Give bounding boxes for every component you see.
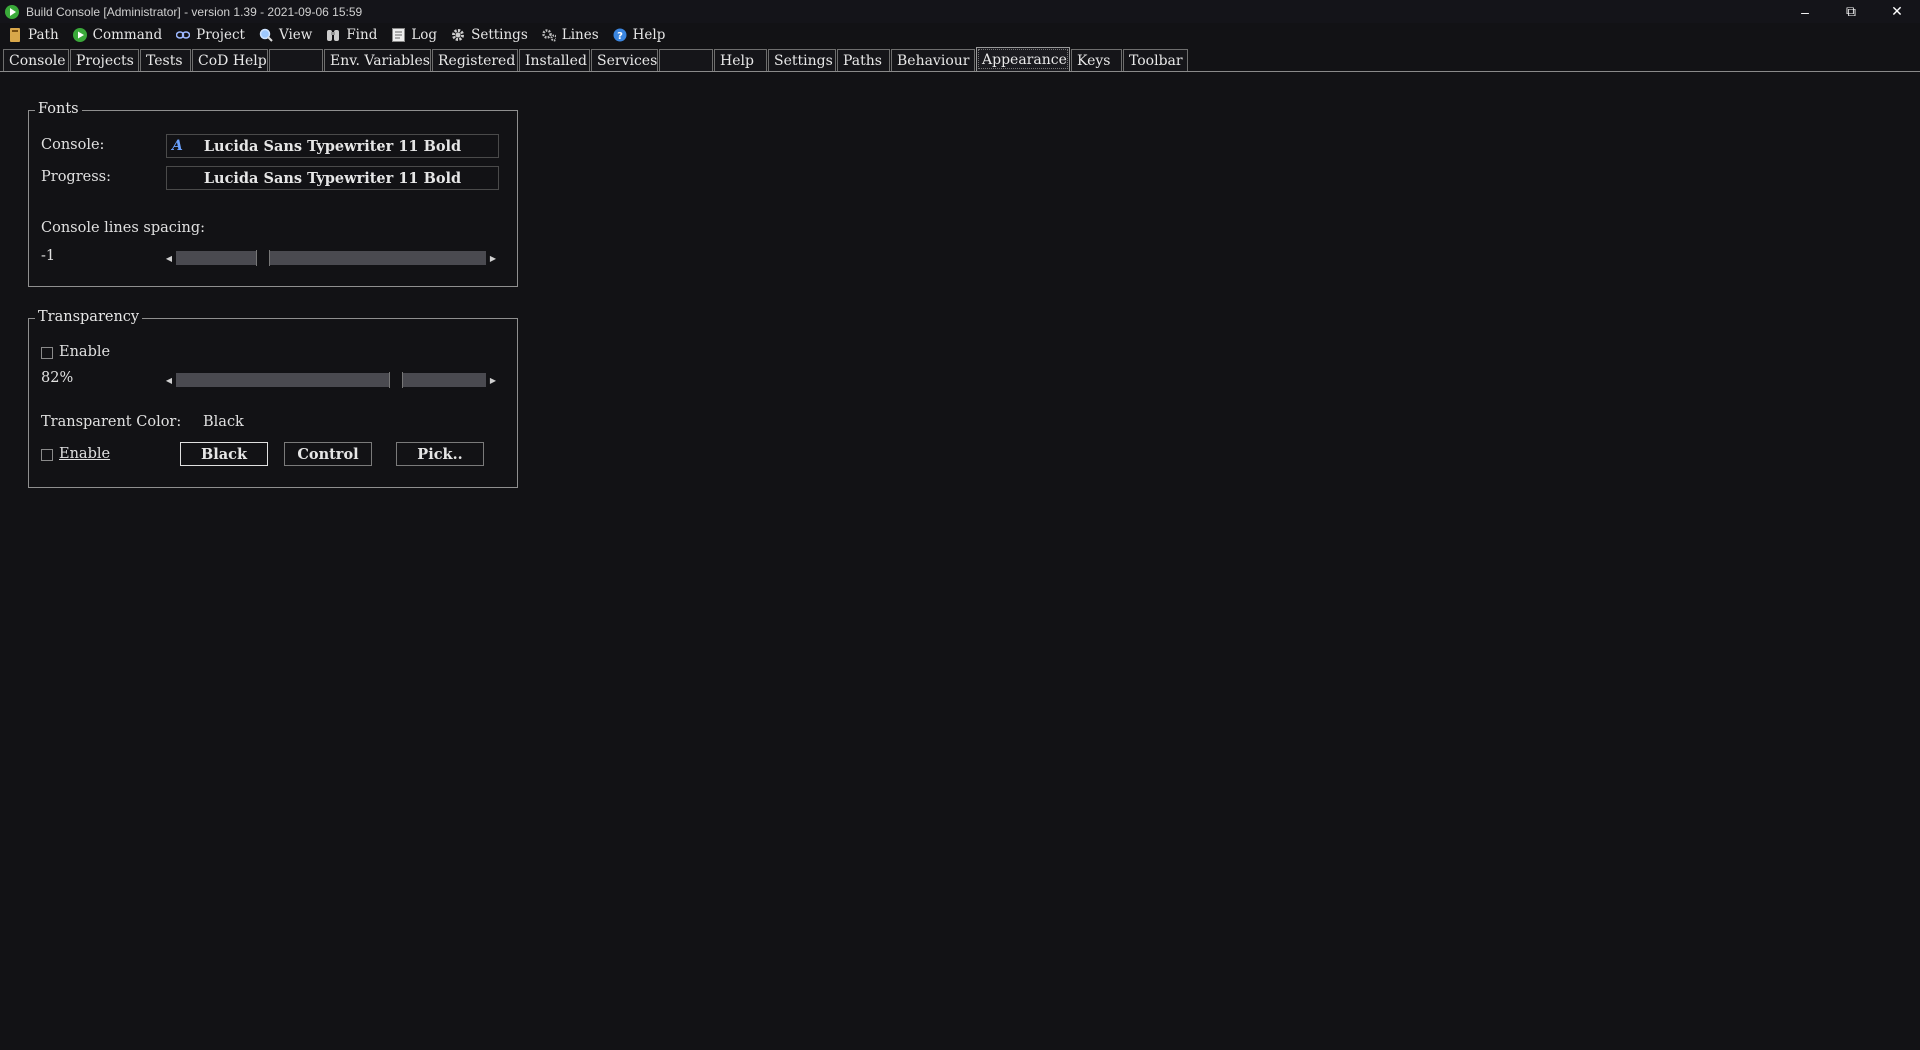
- menu-view[interactable]: View: [259, 27, 312, 43]
- scroll-right-icon[interactable]: ▶: [486, 250, 500, 266]
- progress-font-value: Lucida Sans Typewriter 11 Bold: [203, 169, 462, 187]
- transparent-color-enable-label: Enable: [59, 446, 111, 462]
- transparent-color-enable-checkbox[interactable]: [41, 449, 53, 461]
- book-icon: [8, 28, 22, 42]
- spacing-slider[interactable]: ◀ ▶: [162, 250, 500, 266]
- tab-toolbar[interactable]: Toolbar: [1123, 49, 1188, 71]
- menu-bar: Path Command Project View Find Log Setti…: [0, 23, 1920, 47]
- tab-cod-help[interactable]: CoD Help: [192, 49, 268, 71]
- menu-help[interactable]: ? Help: [613, 27, 665, 43]
- menu-settings[interactable]: Settings: [451, 27, 528, 43]
- progress-font-label: Progress:: [41, 169, 111, 185]
- tab-bar: Console Projects Tests CoD Help Env. Var…: [0, 47, 1920, 72]
- scroll-right-icon[interactable]: ▶: [486, 372, 500, 388]
- binoculars-icon: [326, 28, 340, 42]
- spacing-value: -1: [41, 248, 56, 264]
- menu-lines[interactable]: Lines: [542, 27, 599, 43]
- transparency-enable-checkbox[interactable]: [41, 347, 53, 359]
- spacing-label: Console lines spacing:: [41, 220, 206, 236]
- transparency-thumb[interactable]: [389, 372, 403, 388]
- transparency-enable-label: Enable: [59, 344, 111, 360]
- tab-blank-2[interactable]: [659, 49, 713, 71]
- tab-tests[interactable]: Tests: [140, 49, 191, 71]
- tab-services[interactable]: Services: [591, 49, 658, 71]
- tab-behaviour[interactable]: Behaviour: [891, 49, 975, 71]
- console-font-value: Lucida Sans Typewriter 11 Bold: [203, 137, 462, 155]
- font-icon: A: [172, 138, 183, 154]
- svg-text:?: ?: [617, 31, 623, 42]
- transparency-group-title: Transparency: [35, 309, 143, 325]
- gear-icon: [451, 28, 465, 42]
- fonts-group-title: Fonts: [35, 101, 82, 117]
- tab-env-variables[interactable]: Env. Variables: [324, 49, 431, 71]
- tab-keys[interactable]: Keys: [1071, 49, 1122, 71]
- app-icon: [5, 4, 19, 19]
- black-button[interactable]: Black: [180, 442, 268, 466]
- control-button[interactable]: Control: [284, 442, 372, 466]
- tab-blank-1[interactable]: [269, 49, 323, 71]
- console-font-label: Console:: [41, 137, 105, 153]
- transparency-percent: 82%: [41, 370, 74, 386]
- tab-settings[interactable]: Settings: [768, 49, 836, 71]
- transparent-color-label: Transparent Color:: [41, 414, 182, 430]
- menu-path[interactable]: Path: [8, 27, 59, 43]
- scroll-left-icon[interactable]: ◀: [162, 250, 176, 266]
- spacing-thumb[interactable]: [256, 250, 270, 266]
- pick-button[interactable]: Pick..: [396, 442, 484, 466]
- tab-appearance[interactable]: Appearance: [976, 47, 1070, 71]
- gears-icon: [542, 28, 556, 42]
- link-icon: [176, 28, 191, 42]
- tab-console[interactable]: Console: [3, 49, 69, 71]
- magnifier-icon: [259, 28, 273, 42]
- window-controls: – ⧉ ✕: [1782, 0, 1920, 23]
- menu-project[interactable]: Project: [176, 27, 245, 43]
- tab-installed[interactable]: Installed: [519, 49, 590, 71]
- title-bar: Build Console [Administrator] - version …: [0, 0, 1920, 23]
- transparency-track[interactable]: [176, 372, 486, 388]
- transparency-slider[interactable]: ◀ ▶: [162, 372, 500, 388]
- close-button[interactable]: ✕: [1874, 0, 1920, 23]
- tab-registered[interactable]: Registered: [432, 49, 518, 71]
- log-icon: [391, 28, 405, 42]
- minimize-button[interactable]: –: [1782, 0, 1828, 23]
- menu-log[interactable]: Log: [391, 27, 437, 43]
- tab-paths[interactable]: Paths: [837, 49, 890, 71]
- menu-find[interactable]: Find: [326, 27, 377, 43]
- maximize-button[interactable]: ⧉: [1828, 0, 1874, 23]
- tab-projects[interactable]: Projects: [70, 49, 139, 71]
- help-icon: ?: [613, 28, 627, 42]
- console-font-selector[interactable]: A Lucida Sans Typewriter 11 Bold: [166, 134, 499, 158]
- spacing-track[interactable]: [176, 250, 486, 266]
- progress-font-selector[interactable]: Lucida Sans Typewriter 11 Bold: [166, 166, 499, 190]
- menu-command[interactable]: Command: [72, 27, 162, 43]
- play-icon: [72, 28, 87, 42]
- window-title: Build Console [Administrator] - version …: [26, 4, 363, 19]
- tab-help[interactable]: Help: [714, 49, 767, 71]
- scroll-left-icon[interactable]: ◀: [162, 372, 176, 388]
- transparent-color-value: Black: [203, 414, 244, 430]
